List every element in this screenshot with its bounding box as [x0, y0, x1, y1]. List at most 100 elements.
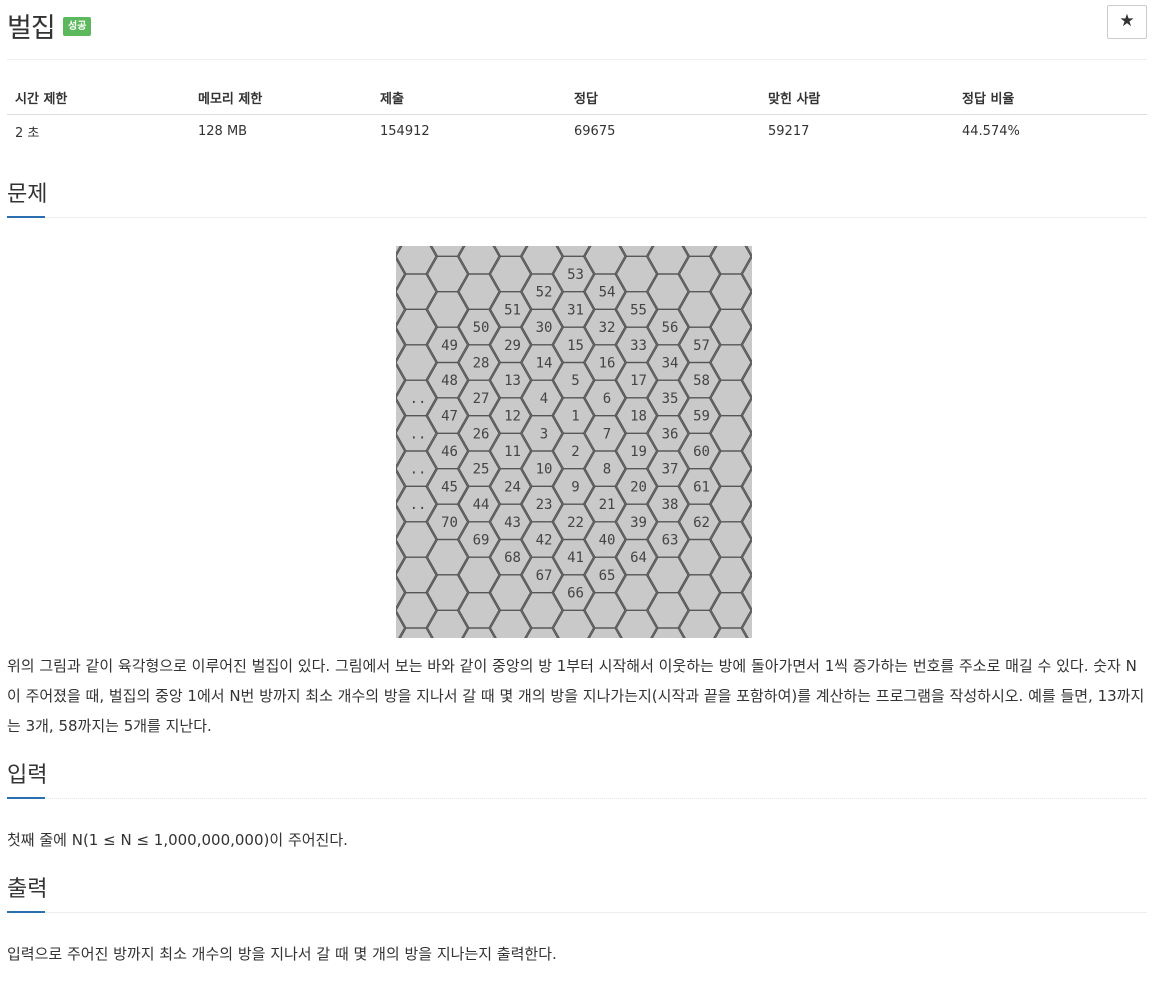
- cell-submissions: 154912: [380, 124, 430, 140]
- hex-cell-label: 40: [599, 533, 616, 549]
- hex-cell-label: 5: [571, 373, 579, 389]
- hex-cell: [741, 539, 752, 576]
- hex-cell-label: 21: [599, 497, 616, 513]
- hex-cell-label: 24: [504, 479, 521, 495]
- hex-cell-label: 27: [473, 391, 490, 407]
- hex-cell-label: 44: [473, 497, 490, 513]
- hex-cell-label: 49: [441, 338, 458, 354]
- hex-cell-label: 19: [630, 444, 647, 460]
- header-accepted: 정답: [566, 82, 760, 115]
- hex-cell-label: 31: [567, 302, 584, 318]
- header-solved-users: 맞힌 사람: [760, 82, 954, 115]
- hex-cell-label: 61: [693, 479, 710, 495]
- hex-cell: [741, 255, 752, 293]
- problem-section-title: 문제: [7, 182, 48, 207]
- hex-cell: [396, 293, 406, 326]
- hex-cell-label: ..: [410, 462, 427, 478]
- hex-cell: [741, 397, 752, 434]
- output-section-header: 출력: [7, 875, 1147, 913]
- hex-cell-label: 63: [662, 533, 679, 549]
- cell-solved-users: 59217: [768, 124, 810, 140]
- section-underline: [7, 911, 45, 913]
- status-badge: 성공: [63, 17, 92, 36]
- favorite-star-button[interactable]: ★: [1107, 5, 1147, 39]
- problem-section-header: 문제: [7, 180, 1147, 218]
- hex-cell-label: 14: [536, 356, 553, 372]
- header-submissions: 제출: [372, 82, 566, 115]
- hex-cell-label: 59: [693, 409, 710, 425]
- hex-cell-label: 10: [536, 462, 553, 478]
- hex-cell-label: 58: [693, 373, 710, 389]
- hex-cell-label: 48: [441, 373, 458, 389]
- cell-memory-limit: 128 MB: [198, 124, 248, 140]
- hex-cell-label: 28: [473, 356, 490, 372]
- hex-cell: [396, 505, 406, 539]
- hex-cell-label: 33: [630, 338, 647, 354]
- hex-cell: [741, 503, 752, 540]
- hex-cell-label: 51: [504, 302, 521, 318]
- hex-cell: [741, 468, 752, 505]
- header-memory-limit: 메모리 제한: [190, 82, 372, 115]
- hex-cell-label: 68: [504, 550, 521, 566]
- header-time-limit: 시간 제한: [7, 82, 190, 115]
- input-section-title: 입력: [7, 763, 48, 788]
- hex-cell-label: 25: [473, 462, 490, 478]
- hex-cell-label: 56: [662, 320, 679, 336]
- cell-accepted: 69675: [574, 124, 616, 140]
- hex-cell-label: ..: [410, 497, 427, 513]
- hex-cell: [741, 362, 752, 399]
- hex-cell-label: 43: [504, 515, 521, 531]
- hex-cell-label: 16: [599, 356, 616, 372]
- hex-cell-label: 3: [540, 426, 548, 442]
- hex-cell-label: 34: [662, 356, 679, 372]
- hex-cell-label: 12: [504, 409, 521, 425]
- hex-cell-label: 35: [662, 391, 679, 407]
- hex-cell: [396, 470, 406, 503]
- hex-cell-label: 47: [441, 409, 458, 425]
- output-section-title: 출력: [7, 877, 48, 902]
- table-header-row: 시간 제한 메모리 제한 제출 정답 맞힌 사람 정답 비율: [7, 82, 1147, 115]
- hex-cell: [741, 291, 752, 328]
- hex-cell-label: 9: [571, 479, 579, 495]
- cell-time-limit: 2 초: [15, 126, 40, 142]
- hex-cell-label: 15: [567, 338, 584, 354]
- hex-cell-label: 17: [630, 373, 647, 389]
- hex-cell: [396, 434, 406, 468]
- hex-cell-label: 38: [662, 497, 679, 513]
- hex-cell-label: 70: [441, 515, 458, 531]
- hex-cell-label: 37: [662, 462, 679, 478]
- hex-cell-label: 20: [630, 479, 647, 495]
- hex-cell-label: 46: [441, 444, 458, 460]
- hex-cell: [396, 363, 406, 397]
- hex-cell-label: 69: [473, 533, 490, 549]
- input-description: 첫째 줄에 N(1 ≤ N ≤ 1,000,000,000)이 주어진다.: [7, 831, 348, 849]
- hex-cell-label: 55: [630, 302, 647, 318]
- input-section-header: 입력: [7, 761, 1147, 799]
- hex-cell: [396, 540, 406, 574]
- hex-cell-label: 52: [536, 285, 553, 301]
- hex-cell-label: 66: [567, 586, 584, 602]
- hex-cell-label: 6: [603, 391, 611, 407]
- hex-cell-label: 13: [504, 373, 521, 389]
- hex-cell-label: 53: [567, 267, 584, 283]
- hex-cell-label: 54: [599, 285, 616, 301]
- hex-cell: [396, 399, 406, 432]
- hex-cell-label: 26: [473, 426, 490, 442]
- header-accept-ratio: 정답 비율: [954, 82, 1147, 115]
- hex-cell: [741, 432, 752, 470]
- honeycomb-figure: 53 52 54 51 31 55 50 30 32 56 49 29 15 33 57 28 14 16 34 48…: [396, 246, 752, 638]
- hex-cell-label: 41: [567, 550, 584, 566]
- hex-cell-label: 7: [603, 426, 611, 442]
- hex-cell-label: 4: [540, 391, 548, 407]
- hex-cell: [741, 574, 752, 611]
- hex-cell: [396, 328, 406, 362]
- hex-cell: [396, 576, 406, 609]
- section-underline: [7, 797, 45, 799]
- hex-cell-label: 30: [536, 320, 553, 336]
- output-description: 입력으로 주어진 방까지 최소 개수의 방을 지나서 갈 때 몇 개의 방을 지…: [7, 945, 557, 963]
- hex-cell-label: 42: [536, 533, 553, 549]
- hex-cell-label: 23: [536, 497, 553, 513]
- hex-cell-label: 36: [662, 426, 679, 442]
- hex-cell-label: 22: [567, 515, 584, 531]
- problem-page: 벌집 성공 ★ 시간 제한 메모리 제한 제출 정답 맞힌 사람 정답 비율 2…: [0, 0, 1158, 982]
